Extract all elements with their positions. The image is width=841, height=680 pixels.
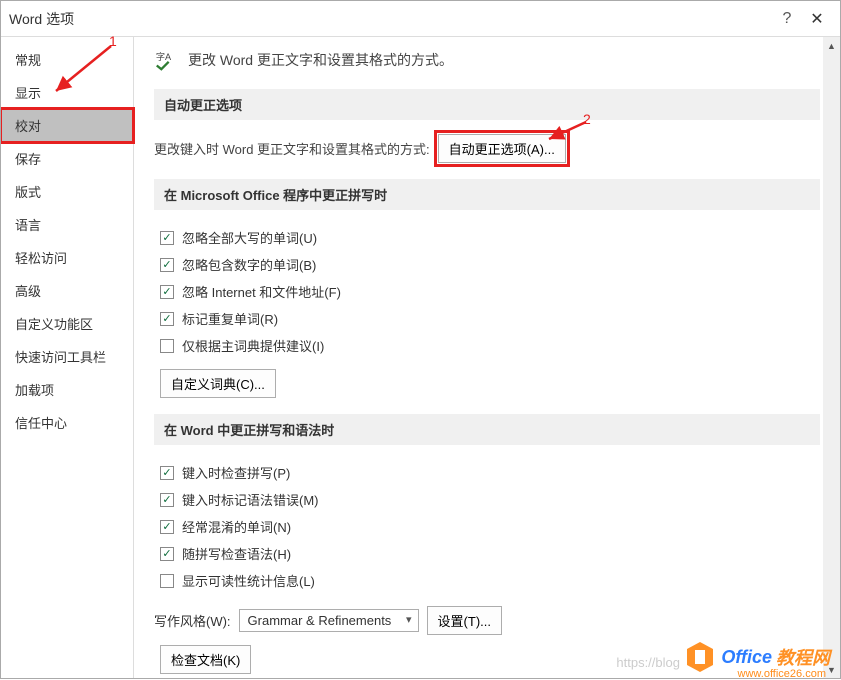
cb-ignore-internet-label: 忽略 Internet 和文件地址(F) [182, 282, 341, 301]
cb-ignore-numbers-row: 忽略包含数字的单词(B) [154, 251, 820, 278]
cb-readability-label: 显示可读性统计信息(L) [182, 571, 315, 590]
writing-style-label: 写作风格(W): [154, 611, 231, 630]
cb-ignore-uppercase-label: 忽略全部大写的单词(U) [182, 228, 317, 247]
cb-ignore-internet[interactable] [160, 285, 174, 299]
cb-ignore-numbers[interactable] [160, 258, 174, 272]
cb-ignore-numbers-label: 忽略包含数字的单词(B) [182, 255, 316, 274]
page-header: 字A 更改 Word 更正文字和设置其格式的方式。 [154, 49, 820, 71]
cb-flag-repeated-row: 标记重复单词(R) [154, 305, 820, 332]
cb-mark-grammar-row: 键入时标记语法错误(M) [154, 486, 820, 513]
watermark-brand2: 教程网 [776, 644, 830, 670]
close-button[interactable]: ✕ [802, 9, 832, 29]
section-office-spelling: 在 Microsoft Office 程序中更正拼写时 忽略全部大写的单词(U)… [154, 179, 820, 398]
heading-word-spelling: 在 Word 中更正拼写和语法时 [154, 414, 820, 445]
section-autocorrect: 自动更正选项 更改键入时 Word 更正文字和设置其格式的方式: 自动更正选项(… [154, 89, 820, 163]
writing-style-dropdown[interactable]: Grammar & Refinements [239, 609, 419, 632]
sidebar-item-general[interactable]: 常规 [1, 43, 133, 76]
heading-office-spelling: 在 Microsoft Office 程序中更正拼写时 [154, 179, 820, 210]
cb-mark-grammar-label: 键入时标记语法错误(M) [182, 490, 319, 509]
titlebar: Word 选项 ? ✕ [1, 1, 840, 37]
cb-confused-words-row: 经常混淆的单词(N) [154, 513, 820, 540]
sidebar-item-addins[interactable]: 加载项 [1, 373, 133, 406]
cb-mark-grammar[interactable] [160, 493, 174, 507]
sidebar-item-layout[interactable]: 版式 [1, 175, 133, 208]
scroll-up-arrow[interactable]: ▲ [823, 37, 840, 54]
check-document-button[interactable]: 检查文档(K) [160, 645, 251, 674]
cb-flag-repeated[interactable] [160, 312, 174, 326]
heading-autocorrect: 自动更正选项 [154, 89, 820, 120]
svg-text:字A: 字A [156, 51, 172, 62]
sidebar: 常规 显示 校对 保存 版式 语言 轻松访问 高级 自定义功能区 快速访问工具栏… [1, 37, 134, 678]
cb-confused-words-label: 经常混淆的单词(N) [182, 517, 291, 536]
autocorrect-options-button[interactable]: 自动更正选项(A)... [438, 134, 566, 163]
cb-grammar-with-spelling-row: 随拼写检查语法(H) [154, 540, 820, 567]
window-title: Word 选项 [9, 9, 772, 29]
watermark-brand1: Office [721, 647, 772, 668]
cb-ignore-uppercase-row: 忽略全部大写的单词(U) [154, 224, 820, 251]
sidebar-item-advanced[interactable]: 高级 [1, 274, 133, 307]
help-button[interactable]: ? [772, 10, 802, 28]
cb-main-dict-row: 仅根据主词典提供建议(I) [154, 332, 820, 359]
sidebar-item-save[interactable]: 保存 [1, 142, 133, 175]
cb-readability[interactable] [160, 574, 174, 588]
settings-button[interactable]: 设置(T)... [427, 606, 502, 635]
vertical-scrollbar[interactable]: ▲ ▼ [823, 37, 840, 678]
office-logo-icon [683, 640, 717, 674]
cb-ignore-internet-row: 忽略 Internet 和文件地址(F) [154, 278, 820, 305]
word-options-window: Word 选项 ? ✕ 常规 显示 校对 保存 版式 语言 轻松访问 高级 自定… [0, 0, 841, 679]
cb-confused-words[interactable] [160, 520, 174, 534]
page-description: 更改 Word 更正文字和设置其格式的方式。 [188, 50, 453, 70]
sidebar-item-language[interactable]: 语言 [1, 208, 133, 241]
autocorrect-label: 更改键入时 Word 更正文字和设置其格式的方式: [154, 139, 430, 158]
cb-flag-repeated-label: 标记重复单词(R) [182, 309, 278, 328]
cb-check-spelling-label: 键入时检查拼写(P) [182, 463, 290, 482]
sidebar-item-quick-access[interactable]: 快速访问工具栏 [1, 340, 133, 373]
proofing-icon: 字A [154, 49, 176, 71]
cb-check-spelling-row: 键入时检查拼写(P) [154, 459, 820, 486]
content-pane: 字A 更改 Word 更正文字和设置其格式的方式。 自动更正选项 更改键入时 W… [134, 37, 840, 678]
dialog-body: 常规 显示 校对 保存 版式 语言 轻松访问 高级 自定义功能区 快速访问工具栏… [1, 37, 840, 678]
sidebar-item-accessibility[interactable]: 轻松访问 [1, 241, 133, 274]
sidebar-item-trust-center[interactable]: 信任中心 [1, 406, 133, 439]
cb-grammar-with-spelling-label: 随拼写检查语法(H) [182, 544, 291, 563]
sidebar-item-proofing[interactable]: 校对 [1, 109, 133, 142]
watermark-faint: https://blog [616, 655, 680, 670]
section-word-spelling: 在 Word 中更正拼写和语法时 键入时检查拼写(P) 键入时标记语法错误(M)… [154, 414, 820, 674]
cb-main-dict[interactable] [160, 339, 174, 353]
cb-main-dict-label: 仅根据主词典提供建议(I) [182, 336, 324, 355]
cb-ignore-uppercase[interactable] [160, 231, 174, 245]
watermark-url: www.office26.com [738, 668, 826, 680]
cb-readability-row: 显示可读性统计信息(L) [154, 567, 820, 594]
sidebar-item-customize-ribbon[interactable]: 自定义功能区 [1, 307, 133, 340]
custom-dictionaries-button[interactable]: 自定义词典(C)... [160, 369, 276, 398]
sidebar-item-display[interactable]: 显示 [1, 76, 133, 109]
cb-check-spelling[interactable] [160, 466, 174, 480]
cb-grammar-with-spelling[interactable] [160, 547, 174, 561]
